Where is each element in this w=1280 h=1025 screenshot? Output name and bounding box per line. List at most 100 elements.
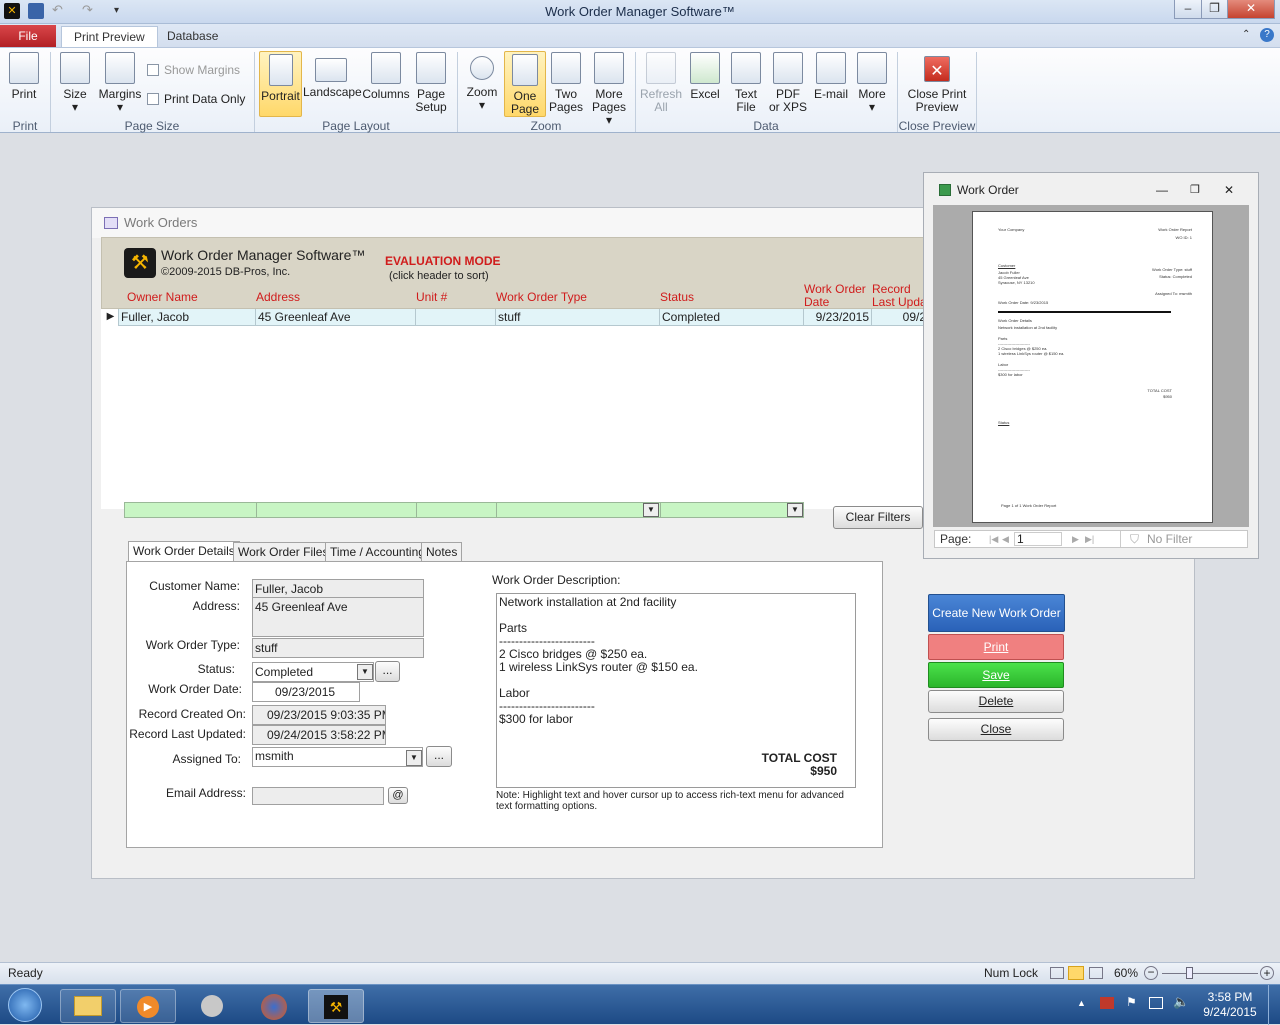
clear-filters-button[interactable]: Clear Filters	[833, 506, 923, 529]
text-file-button[interactable]: Text File	[728, 50, 764, 114]
more-pages-button[interactable]: More Pages ▾	[588, 50, 630, 127]
chevron-down-icon[interactable]: ▼	[787, 503, 803, 517]
chevron-down-icon[interactable]: ▼	[406, 750, 422, 766]
help-icon[interactable]: ?	[1260, 28, 1274, 42]
column-header-status[interactable]: Status	[660, 290, 694, 304]
report-close-icon[interactable]: ✕	[1224, 173, 1234, 207]
page-number-input[interactable]: 1	[1014, 532, 1062, 546]
column-header-last-updated[interactable]: Record Last Updat	[872, 283, 930, 309]
volume-icon[interactable]: 🔈	[1173, 994, 1189, 1010]
print-data-only-checkbox[interactable]: Print Data Only	[147, 92, 245, 106]
show-hidden-icons[interactable]: ▲	[1077, 998, 1086, 1008]
status-more-button[interactable]: ...	[375, 661, 400, 682]
size-button[interactable]: Size ▾	[58, 50, 92, 114]
last-page-icon[interactable]: ▶|	[1085, 531, 1094, 547]
create-new-work-order-button[interactable]: Create New Work Order	[928, 594, 1065, 632]
columns-button[interactable]: Columns	[362, 50, 410, 101]
print-preview-view-icon[interactable]	[1068, 966, 1084, 980]
filter-unit[interactable]	[417, 503, 497, 517]
filter-type[interactable]: ▼	[497, 503, 661, 517]
portrait-button[interactable]: Portrait	[259, 51, 302, 117]
chevron-down-icon[interactable]: ▼	[357, 664, 373, 680]
table-row[interactable]: ▶ Fuller, Jacob 45 Greenleaf Ave stuff C…	[101, 309, 926, 326]
show-margins-checkbox[interactable]: Show Margins	[147, 63, 240, 77]
record-selector-icon[interactable]: ▶	[101, 309, 119, 326]
column-header-address[interactable]: Address	[256, 290, 300, 304]
refresh-all-button[interactable]: Refresh All	[640, 50, 682, 114]
assigned-more-button[interactable]: ...	[426, 746, 452, 767]
filter-owner[interactable]	[125, 503, 257, 517]
landscape-button[interactable]: Landscape	[303, 50, 362, 99]
minimize-button[interactable]: –	[1174, 0, 1202, 19]
status-select[interactable]: Completed ▼	[252, 662, 374, 682]
print-button[interactable]: Print	[6, 50, 42, 101]
robot-app-icon[interactable]	[184, 989, 240, 1023]
cell-type[interactable]: stuff	[496, 309, 660, 326]
customer-name-field[interactable]: Fuller, Jacob	[252, 579, 424, 599]
tray-app-icon[interactable]	[1100, 997, 1114, 1009]
filter-address[interactable]	[257, 503, 417, 517]
next-page-icon[interactable]: ▶	[1072, 531, 1079, 547]
email-address-field[interactable]	[252, 787, 384, 805]
restore-button[interactable]: ❐	[1201, 0, 1228, 19]
zoom-slider-handle[interactable]	[1186, 967, 1193, 979]
column-header-owner[interactable]: Owner Name	[127, 290, 198, 304]
start-orb-icon[interactable]	[8, 988, 42, 1022]
column-header-date[interactable]: Work Order Date	[804, 283, 866, 309]
page-setup-button[interactable]: Page Setup	[412, 50, 450, 114]
previous-page-icon[interactable]: ◀	[1002, 531, 1009, 547]
more-export-button[interactable]: More ▾	[854, 50, 890, 114]
column-header-unit[interactable]: Unit #	[416, 290, 447, 304]
one-page-button[interactable]: One Page	[504, 51, 546, 117]
tab-print-preview[interactable]: Print Preview	[61, 26, 158, 48]
app-logo-icon[interactable]: ⚒	[308, 989, 364, 1023]
pdf-xps-button[interactable]: PDF or XPS	[768, 50, 808, 114]
cell-status[interactable]: Completed	[660, 309, 804, 326]
report-restore-icon[interactable]: ❐	[1190, 173, 1200, 207]
column-header-type[interactable]: Work Order Type	[496, 290, 587, 304]
collapse-ribbon-icon[interactable]: ⌃	[1242, 29, 1250, 40]
work-order-description[interactable]: Network installation at 2nd facility Par…	[496, 593, 856, 788]
cell-owner[interactable]: Fuller, Jacob	[119, 309, 256, 326]
firefox-icon[interactable]	[246, 989, 302, 1023]
margins-button[interactable]: Margins ▾	[98, 50, 142, 114]
tab-notes[interactable]: Notes	[421, 542, 463, 562]
network-icon[interactable]	[1149, 997, 1163, 1009]
delete-button[interactable]: Delete	[928, 690, 1064, 713]
cell-last-updated[interactable]: 09/2	[872, 309, 926, 326]
close-form-button[interactable]: Close	[928, 718, 1064, 741]
form-view-icon[interactable]	[1050, 967, 1064, 979]
two-pages-button[interactable]: Two Pages	[548, 50, 584, 114]
close-window-button[interactable]: ✕	[1227, 0, 1275, 19]
report-minimize-icon[interactable]: —	[1156, 173, 1168, 207]
print-record-button[interactable]: Print	[928, 634, 1064, 660]
email-send-icon[interactable]: @	[388, 787, 408, 804]
zoom-button[interactable]: Zoom ▾	[464, 50, 500, 112]
clock[interactable]: 3:58 PM 9/24/2015	[1198, 990, 1262, 1020]
media-player-icon[interactable]: ▶	[120, 989, 176, 1023]
cell-address[interactable]: 45 Greenleaf Ave	[256, 309, 416, 326]
save-button[interactable]: Save	[928, 662, 1064, 688]
tab-time-accounting[interactable]: Time / Accounting	[325, 542, 430, 562]
address-field[interactable]: 45 Greenleaf Ave	[252, 597, 424, 637]
design-view-icon[interactable]	[1089, 967, 1103, 979]
zoom-slider-track[interactable]	[1162, 973, 1258, 974]
cell-date[interactable]: 9/23/2015	[804, 309, 872, 326]
no-filter-indicator[interactable]: No Filter	[1147, 531, 1192, 547]
assigned-to-select[interactable]: msmith ▼	[252, 747, 423, 767]
cell-unit[interactable]	[416, 309, 496, 326]
zoom-in-icon[interactable]: +	[1260, 966, 1274, 980]
action-center-flag-icon[interactable]: ⚑	[1126, 995, 1137, 1009]
zoom-out-icon[interactable]: −	[1144, 966, 1158, 980]
work-order-date-field[interactable]: 09/23/2015	[252, 682, 360, 702]
show-desktop-button[interactable]	[1268, 985, 1280, 1025]
tab-work-order-details[interactable]: Work Order Details	[128, 541, 240, 563]
tab-database[interactable]: Database	[155, 26, 230, 48]
close-print-preview-button[interactable]: ✕ Close Print Preview	[905, 50, 969, 114]
tab-work-order-files[interactable]: Work Order Files	[233, 542, 334, 562]
first-page-icon[interactable]: |◀	[989, 531, 998, 547]
email-button[interactable]: E-mail	[812, 50, 850, 101]
tab-file[interactable]: File	[0, 25, 56, 48]
work-order-type-field[interactable]: stuff	[252, 638, 424, 658]
folder-icon[interactable]	[60, 989, 116, 1023]
